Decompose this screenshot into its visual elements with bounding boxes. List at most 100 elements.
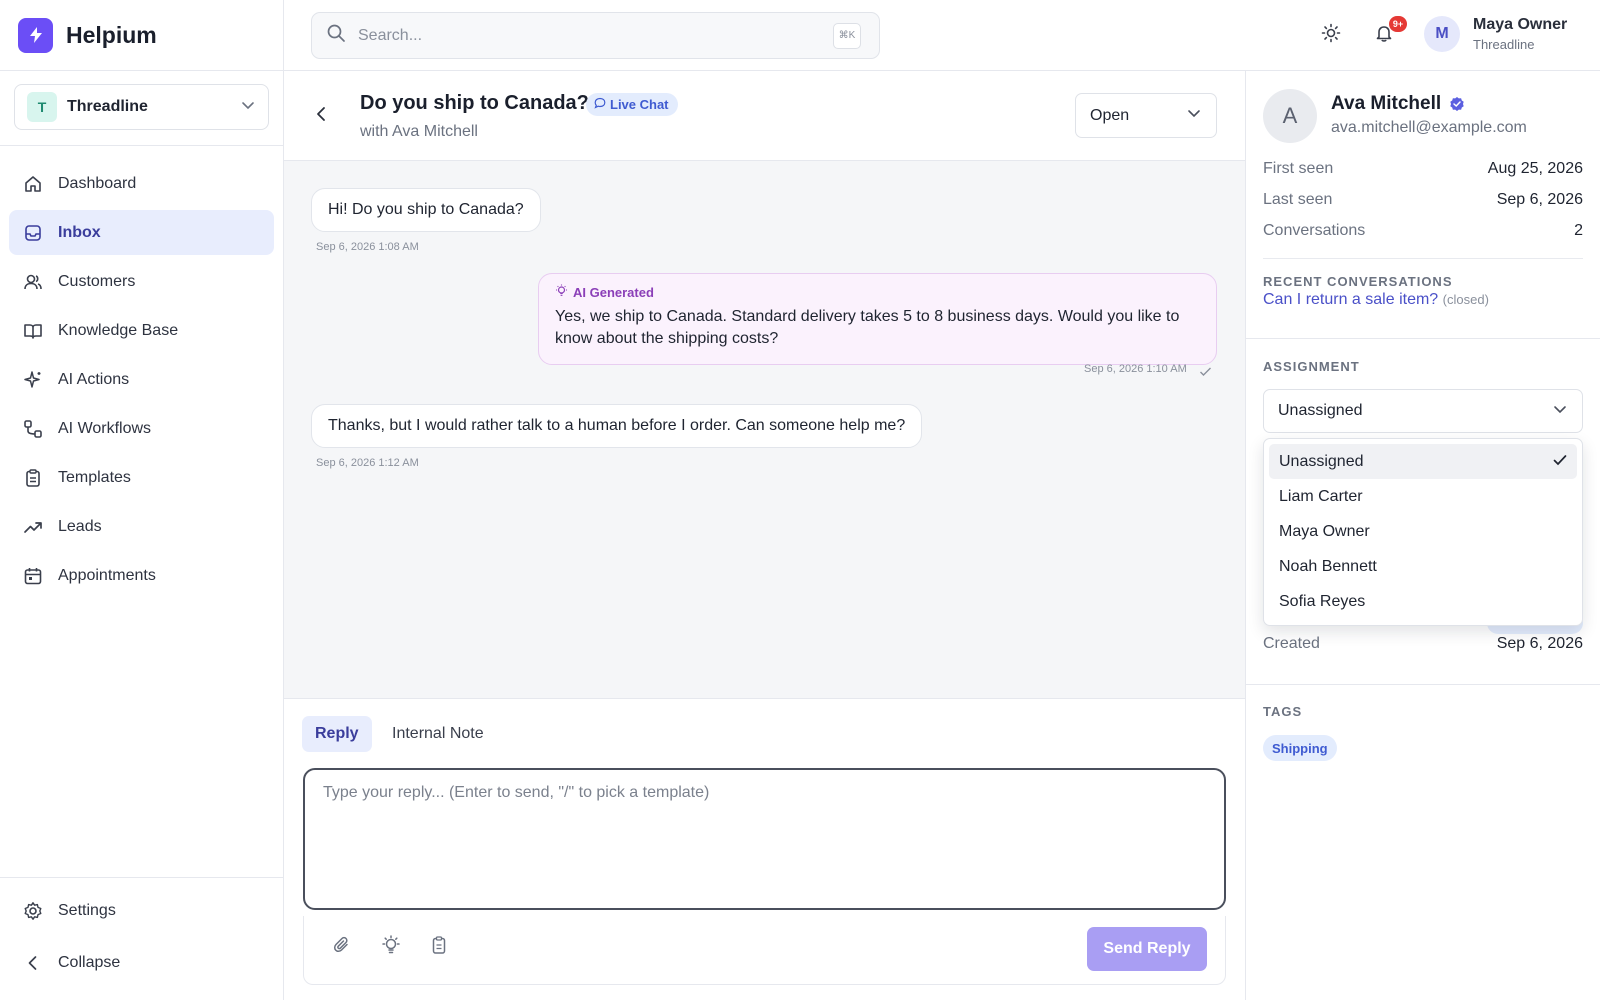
sidebar: Helpium T Threadline Dashboard Inbox Cus… <box>0 0 284 1000</box>
option-label: Liam Carter <box>1279 487 1363 505</box>
lightning-logo-icon <box>18 17 53 53</box>
chevron-left-icon <box>313 105 331 128</box>
nav-label: Templates <box>58 468 131 486</box>
customer-panel: A Ava Mitchell ava.mitchell@example.com … <box>1245 71 1600 1000</box>
recent-conversations-title: RECENT CONVERSATIONS <box>1263 274 1453 289</box>
nav-item-templates[interactable]: Templates <box>9 455 274 500</box>
customer-name: Ava Mitchell <box>1331 93 1442 114</box>
message-timestamp: Sep 6, 2026 1:12 AM <box>316 457 419 469</box>
lightbulb-icon <box>555 284 568 300</box>
status-value: Open <box>1090 106 1130 124</box>
ai-generated-label: AI Generated <box>555 284 1200 300</box>
user-menu[interactable]: M Maya Owner Threadline <box>1424 16 1567 52</box>
send-reply-button[interactable]: Send Reply <box>1087 927 1207 971</box>
settings-label: Settings <box>58 902 116 919</box>
status-select[interactable]: Open <box>1075 93 1217 138</box>
value: 2 <box>1574 222 1583 239</box>
clipboard-icon <box>23 468 43 488</box>
template-button[interactable] <box>426 934 452 960</box>
customer-name-row: Ava Mitchell <box>1331 93 1465 115</box>
recent-conversation-link[interactable]: Can I return a sale item? (closed) <box>1263 291 1489 309</box>
nav-label: AI Actions <box>58 370 130 388</box>
nav-item-leads[interactable]: Leads <box>9 504 274 549</box>
tab-internal-note[interactable]: Internal Note <box>379 716 497 752</box>
home-icon <box>23 174 43 194</box>
message-timestamp: Sep 6, 2026 1:10 AM <box>1084 363 1187 375</box>
nav-label: Dashboard <box>58 174 137 192</box>
search-icon <box>326 23 346 48</box>
gear-icon <box>23 901 43 921</box>
label: First seen <box>1263 160 1334 177</box>
sidebar-footer: Settings Collapse <box>0 877 283 1000</box>
conversations-count-row: Conversations 2 <box>1263 222 1583 240</box>
notifications-button[interactable]: 9+ <box>1369 16 1407 50</box>
reply-composer: Reply Internal Note Send Reply <box>284 698 1245 1000</box>
attach-button[interactable] <box>329 934 355 960</box>
dropdown-option[interactable]: Liam Carter <box>1269 479 1577 514</box>
theme-toggle-button[interactable] <box>1316 20 1346 50</box>
collapse-sidebar-button[interactable]: Collapse <box>9 940 274 986</box>
calendar-icon <box>23 566 43 586</box>
conversation-header: Do you ship to Canada? Live Chat with Av… <box>284 71 1245 161</box>
search-shortcut-hint: ⌘K <box>833 22 861 49</box>
user-org: Threadline <box>1473 37 1535 52</box>
assignee-value: Unassigned <box>1278 402 1363 419</box>
ai-label-text: AI Generated <box>573 284 654 300</box>
chevron-down-icon <box>240 97 256 118</box>
divider <box>1263 258 1583 259</box>
ai-message-text: Yes, we ship to Canada. Standard deliver… <box>555 308 1180 347</box>
reply-input[interactable] <box>323 784 1206 894</box>
assignee-dropdown: Unassigned Liam Carter Maya Owner Noah B… <box>1263 438 1583 626</box>
notification-count-badge: 9+ <box>1389 16 1407 32</box>
value: Aug 25, 2026 <box>1487 160 1583 177</box>
assignment-title: ASSIGNMENT <box>1263 359 1360 374</box>
dropdown-option[interactable]: Sofia Reyes <box>1269 584 1577 619</box>
check-icon <box>1199 364 1212 382</box>
nav-item-settings[interactable]: Settings <box>9 888 274 934</box>
nav-item-customers[interactable]: Customers <box>9 259 274 304</box>
search-box[interactable]: ⌘K <box>311 12 880 59</box>
message-timestamp: Sep 6, 2026 1:08 AM <box>316 241 419 253</box>
user-name: Maya Owner <box>1473 16 1568 33</box>
trending-up-icon <box>23 517 43 537</box>
dropdown-option[interactable]: Maya Owner <box>1269 514 1577 549</box>
channel-label: Live Chat <box>610 97 669 112</box>
nav-item-ai-actions[interactable]: AI Actions <box>9 357 274 402</box>
nav-label: Customers <box>58 272 136 290</box>
chat-bubble-icon <box>594 97 606 112</box>
nav-item-inbox[interactable]: Inbox <box>9 210 274 255</box>
nav-label: Inbox <box>58 223 101 241</box>
first-seen-row: First seen Aug 25, 2026 <box>1263 160 1583 178</box>
label: Last seen <box>1263 191 1333 208</box>
chevron-down-icon <box>1552 401 1568 422</box>
nav-item-knowledge-base[interactable]: Knowledge Base <box>9 308 274 353</box>
nav-item-appointments[interactable]: Appointments <box>9 553 274 598</box>
collapse-label: Collapse <box>58 954 121 971</box>
nav-item-dashboard[interactable]: Dashboard <box>9 161 274 206</box>
customer-email: ava.mitchell@example.com <box>1331 119 1527 136</box>
search-input[interactable] <box>358 26 833 45</box>
avatar: M <box>1424 16 1460 52</box>
paperclip-icon <box>332 935 352 960</box>
last-seen-row: Last seen Sep 6, 2026 <box>1263 191 1583 209</box>
assignee-select[interactable]: Unassigned <box>1263 389 1583 433</box>
back-button[interactable] <box>310 104 334 128</box>
workspace-avatar: T <box>27 92 57 122</box>
conversation-subtitle: with Ava Mitchell <box>360 123 478 140</box>
sun-icon <box>1321 23 1341 48</box>
ai-suggest-button[interactable] <box>378 934 404 960</box>
conversation-title: Do you ship to Canada? <box>360 92 589 114</box>
label: Created <box>1263 635 1320 652</box>
nav-label: AI Workflows <box>58 419 152 437</box>
conversation-panel: Do you ship to Canada? Live Chat with Av… <box>284 71 1245 1000</box>
dropdown-option[interactable]: Noah Bennett <box>1269 549 1577 584</box>
tags-title: TAGS <box>1263 704 1303 719</box>
message-bubble-customer: Thanks, but I would rather talk to a hum… <box>311 404 923 448</box>
workspace-selector[interactable]: T Threadline <box>14 84 269 130</box>
main-nav: Dashboard Inbox Customers Knowledge Base… <box>0 146 283 598</box>
nav-item-ai-workflows[interactable]: AI Workflows <box>9 406 274 451</box>
dropdown-option[interactable]: Unassigned <box>1269 444 1577 479</box>
tag-chip[interactable]: Shipping <box>1263 735 1337 761</box>
users-icon <box>23 272 43 292</box>
tab-reply[interactable]: Reply <box>302 716 372 752</box>
